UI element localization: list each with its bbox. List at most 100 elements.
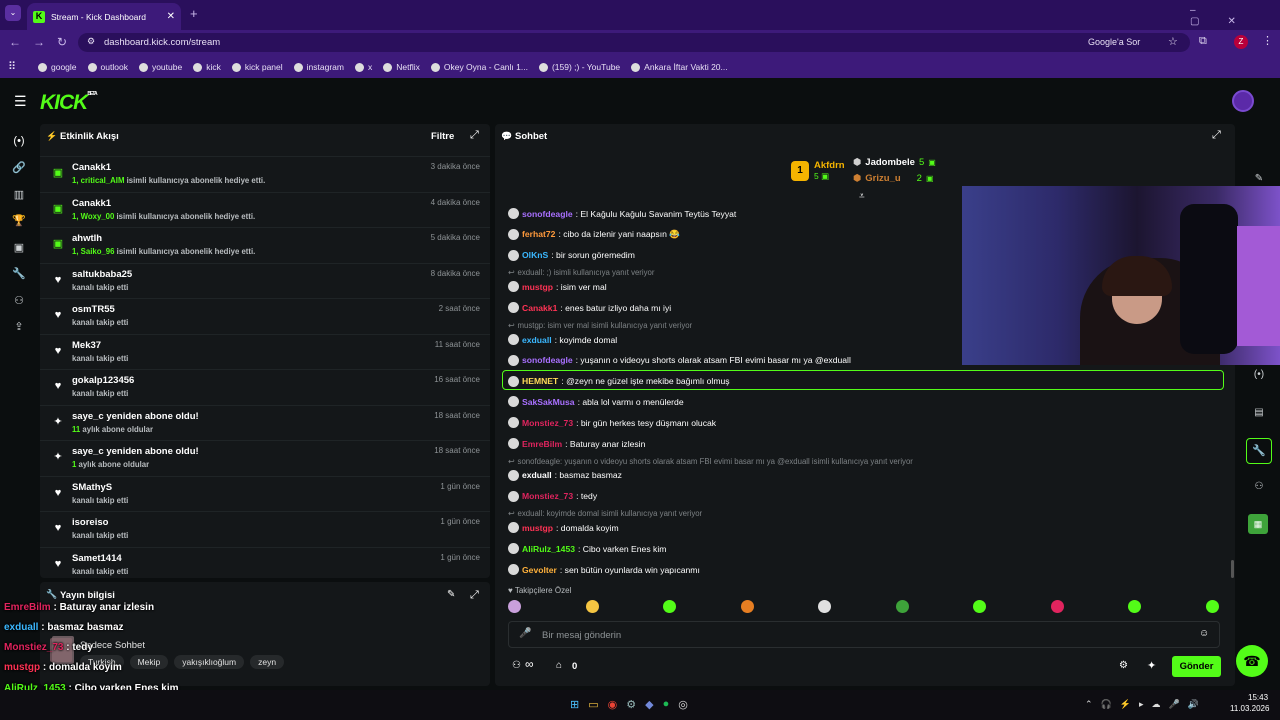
emote-icon[interactable] [895,600,909,613]
activity-item[interactable]: ▣ Canakk1 1, critical_AIM isimli kullanı… [40,156,490,191]
shop-icon[interactable]: ⌂ [556,660,562,671]
obs-icon[interactable]: ◎ [678,698,688,711]
browser-tab[interactable]: K Stream - Kick Dashboard ✕ [27,3,181,30]
send-button[interactable]: Gönder [1172,656,1221,677]
activity-item[interactable]: ♥ SMathyS kanalı takip etti 1 gün önce [40,475,490,511]
wrench-active-icon[interactable]: 🔧 [1246,438,1272,464]
activity-item[interactable]: ✦ saye_c yeniden abone oldu! 1 aylık abo… [40,440,490,475]
users-icon[interactable]: ⚇ [1250,481,1268,497]
mic-icon[interactable]: 🎤 [519,628,531,639]
chat-username[interactable]: SakSakMusa [522,397,575,407]
emote-icon[interactable] [663,600,676,613]
support-chat-button[interactable]: ☎ [1236,645,1268,677]
chat-username[interactable]: ferhat72 [522,229,555,239]
chat-message[interactable]: sonofdeagle : El Kağulu Kağulu Savanim T… [508,208,736,219]
chat-username[interactable]: exduall [522,470,552,480]
tag[interactable]: Mekip [129,655,169,669]
chat-popout-icon[interactable]: ⤢ [1212,129,1221,142]
bookmark-item[interactable]: Okey Oyna - Canlı 1... [430,62,528,72]
user-avatar[interactable] [1232,90,1254,112]
emoji-picker-icon[interactable]: ☺ [1199,628,1209,639]
bookmark-item[interactable]: Netflix [383,62,420,72]
bookmark-item[interactable]: youtube [138,62,182,72]
bookmark-item[interactable]: outlook [87,62,128,72]
emote-icon[interactable] [818,600,831,613]
chat-message[interactable]: exduall : basmaz basmaz [508,469,622,481]
chat-scrollbar[interactable] [1231,560,1234,578]
bookmark-item[interactable]: x [354,62,372,72]
activity-item[interactable]: ▣ ahwtlh 1, Saiko_96 isimli kullanıcıya … [40,227,490,262]
filter-button[interactable]: Filtre [431,131,454,142]
chat-message[interactable]: Monstiez_73 : bir gün herkes tesy düşman… [508,417,716,429]
activity-item[interactable]: ✦ saye_c yeniden abone oldu! 11 aylık ab… [40,404,490,440]
tag[interactable]: zeyn [250,655,285,669]
chat-username[interactable]: Monstiez_73 [522,418,573,428]
chat-username[interactable]: mustgp [522,282,553,292]
app-plugin-icon[interactable]: ▦ [1248,514,1268,534]
community-points-icon[interactable]: ⚇ [512,660,521,671]
chat-username[interactable]: EmreBilm [522,439,562,449]
bookmark-item[interactable]: kick panel [231,62,283,72]
chat-message[interactable]: Gevolter : sen bütün oyunlarda win yapıc… [508,564,700,575]
chat-message[interactable]: Canakk1 : enes batur izliyo daha mı iyi [508,302,671,314]
chat-message[interactable]: exduall : koyimde domal [508,334,617,345]
bookmark-star-icon[interactable]: ☆ [1168,35,1178,48]
site-info-icon[interactable]: ⚙ [87,36,95,47]
emote-icon[interactable] [508,600,521,613]
forward-icon[interactable]: → [33,35,45,49]
broadcast-icon[interactable]: (•) [1250,369,1268,385]
emote-icon[interactable] [1050,600,1064,613]
chat-message[interactable]: EmreBilm : Baturay anar izlesin [508,438,645,449]
chat-username[interactable]: exduall [522,335,552,345]
activity-item[interactable]: ♥ Samet1414 kanalı takip etti 1 gün önce [40,546,490,582]
new-tab-icon[interactable]: + [190,6,198,21]
trophy-icon[interactable]: 🏆 [10,214,28,230]
edit-pencil-icon[interactable]: ✎ [447,589,455,600]
collapse-chevron-icon[interactable]: ⩡ [859,191,865,202]
chat-message[interactable]: mustgp : isim ver mal [508,281,607,293]
reload-icon[interactable]: ↻ [57,35,67,49]
emote-icon[interactable] [1205,600,1219,613]
kick-logo[interactable]: KICKBETA [40,91,98,115]
bookmark-item[interactable]: (159) ;) - YouTube [538,62,620,72]
activity-item[interactable]: ♥ osmTR55 kanalı takip etti 2 saat önce [40,298,490,333]
activity-item[interactable]: ♥ gokalp123456 kanalı takip etti 16 saat… [40,369,490,404]
google-sor-button[interactable]: Google'a Sor [1088,37,1140,47]
chat-message[interactable]: AliRulz_1453 : Cibo varken Enes kim [508,543,666,555]
browser-menu-icon[interactable]: ⋮ [1262,34,1273,47]
window-controls[interactable]: –▢✕ [1190,5,1280,27]
emote-icon[interactable] [973,600,986,613]
tag[interactable]: yakışıklıoğlum [174,655,245,669]
profile-avatar[interactable]: Z [1234,35,1248,49]
url-field[interactable]: ⚙ dashboard.kick.com/stream Google'a Sor… [78,33,1190,52]
wrench-icon[interactable]: 🔧 [10,267,28,283]
apps-grid-icon[interactable]: ⠿ [8,60,16,73]
link-icon[interactable]: 🔗 [10,161,28,177]
mod-tools-icon[interactable]: ▤ [1250,407,1268,423]
analytics-icon[interactable]: ▥ [10,188,28,204]
start-icon[interactable]: ⊞ [570,698,579,711]
chat-username[interactable]: AliRulz_1453 [522,544,575,554]
activity-item[interactable]: ♥ isoreiso kanalı takip etti 1 gün önce [40,511,490,546]
chat-message[interactable]: SakSakMusa : abla lol varmı o menülerde [508,396,684,408]
chat-message[interactable]: ferhat72 : cibo da izlenir yani naapsın … [508,228,680,240]
emote-icon[interactable] [585,600,599,613]
explorer-icon[interactable]: ▭ [588,698,598,711]
chat-username[interactable]: OlKnS [522,250,548,260]
chat-username[interactable]: sonofdeagle [522,209,573,219]
chat-message[interactable]: sonofdeagle : yuşanın o videoyu shorts o… [508,354,851,366]
stream-popout-icon[interactable]: ⤢ [470,589,479,602]
edit-icon[interactable]: ✎ [1250,173,1268,189]
upload-icon[interactable]: ⇪ [10,320,28,336]
community-icon[interactable]: ⚇ [10,294,28,310]
chat-username[interactable]: Canakk1 [522,303,557,313]
back-icon[interactable]: ← [9,35,21,49]
activity-item[interactable]: ♥ Mek37 kanalı takip etti 11 saat önce [40,333,490,369]
chat-message[interactable]: OlKnS : bir sorun göremedim [508,249,635,261]
popout-icon[interactable]: ⤢ [470,129,479,142]
chat-message[interactable]: mustgp : domalda koyim [508,522,619,534]
chat-message[interactable]: Monstiez_73 : tedy [508,490,597,502]
activity-item[interactable]: ▣ Canakk1 1, Woxy_00 isimli kullanıcıya … [40,191,490,227]
system-tray[interactable]: ⌃🎧⚡▸☁🎤🔊 [1085,699,1207,710]
spotify-icon[interactable]: ● [663,698,670,711]
